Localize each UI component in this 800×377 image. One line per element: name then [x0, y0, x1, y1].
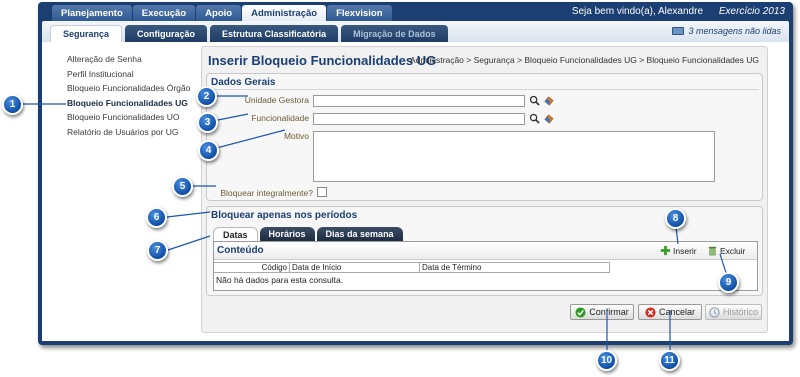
exercicio-label[interactable]: Exercício 2013 — [719, 6, 785, 17]
grid-column-headers: Código Data de Início Data de Término — [214, 262, 610, 273]
motivo-textarea[interactable] — [313, 131, 715, 182]
trash-icon — [708, 246, 717, 256]
callout-11: 11 — [659, 350, 680, 371]
callout-9: 9 — [718, 272, 739, 293]
form-panel: Inserir Bloqueio Funcionalidades UG Admi… — [201, 46, 768, 333]
page-title: Inserir Bloqueio Funcionalidades UG — [208, 53, 437, 68]
conteudo-grid: Conteúdo Inserir Excluir Código Data de … — [213, 241, 758, 291]
historico-button[interactable]: Histórico — [705, 304, 762, 320]
search-icon[interactable] — [529, 113, 540, 124]
periodos-tabs: Datas Horários Dias da semana — [213, 227, 403, 241]
messages-label: 3 mensagens não lidas — [688, 26, 781, 36]
sidebar-item-bloqueio-ug[interactable]: Bloqueio Funcionalidades UG — [67, 98, 217, 113]
sidebar-item-perfil-institucional[interactable]: Perfil Institucional — [67, 69, 217, 84]
dados-gerais-title: Dados Gerais — [211, 77, 276, 88]
tab-dias-da-semana[interactable]: Dias da semana — [316, 227, 403, 241]
welcome-text: Seja bem vindo(a), Alexandre — [571, 6, 703, 17]
callout-3: 3 — [197, 112, 218, 133]
column-data-inicio[interactable]: Data de Início — [290, 263, 420, 272]
cancel-icon — [645, 306, 656, 318]
funcionalidade-input[interactable] — [313, 113, 525, 125]
breadcrumb: Administração > Segurança > Bloqueio Fun… — [410, 55, 759, 65]
eraser-icon[interactable] — [543, 95, 554, 106]
sidebar-item-bloqueio-orgao[interactable]: Bloqueio Funcionalidades Órgão — [67, 83, 217, 98]
cancelar-button[interactable]: Cancelar — [638, 304, 702, 320]
top-menu-administracao[interactable]: Administração — [242, 5, 327, 21]
top-menu-apoio[interactable]: Apoio — [196, 5, 242, 21]
envelope-icon — [672, 27, 685, 35]
bloquear-integralmente-label: Bloquear integralmente? — [220, 188, 313, 198]
divider — [210, 89, 759, 90]
confirmar-label: Confirmar — [589, 307, 629, 317]
unidade-gestora-label: Unidade Gestora — [244, 95, 309, 105]
sub-menu-bar: Segurança Configuração Estrutura Classif… — [42, 21, 789, 42]
tab-horarios[interactable]: Horários — [259, 227, 315, 241]
inserir-label: Inserir — [673, 245, 697, 256]
historico-label: Histórico — [722, 307, 758, 317]
app-window: Planejamento Execução Apoio Administraçã… — [38, 2, 793, 345]
tab-estrutura-classificatoria[interactable]: Estrutura Classificatória — [210, 25, 339, 42]
sub-tabs: Segurança Configuração Estrutura Classif… — [50, 25, 448, 42]
tab-datas[interactable]: Datas — [213, 227, 258, 241]
dados-gerais-group: Dados Gerais Unidade Gestora Funcionalid… — [206, 73, 763, 201]
callout-7: 7 — [147, 240, 168, 261]
callout-10: 10 — [596, 350, 617, 371]
check-icon — [575, 306, 586, 318]
top-menu-planejamento[interactable]: Planejamento — [52, 5, 132, 21]
cancelar-label: Cancelar — [658, 307, 696, 317]
callout-4: 4 — [198, 140, 219, 161]
unidade-gestora-input[interactable] — [313, 95, 525, 107]
messages-link[interactable]: 3 mensagens não lidas — [672, 26, 781, 36]
column-codigo[interactable]: Código — [214, 263, 290, 272]
grid-header: Conteúdo Inserir Excluir — [214, 242, 757, 260]
grid-title: Conteúdo — [217, 245, 264, 256]
content-area: Alteração de Senha Perfil Institucional … — [42, 42, 789, 341]
bloquear-integralmente-checkbox[interactable] — [317, 187, 327, 197]
funcionalidade-label: Funcionalidade — [251, 113, 309, 123]
confirmar-button[interactable]: Confirmar — [570, 304, 634, 320]
empty-message: Não há dados para esta consulta. — [216, 275, 344, 285]
plus-icon — [660, 245, 671, 256]
top-menu-flexvision[interactable]: Flexvision — [327, 5, 392, 21]
sidebar: Alteração de Senha Perfil Institucional … — [67, 54, 217, 141]
callout-1: 1 — [2, 94, 23, 115]
sidebar-item-alteracao-senha[interactable]: Alteração de Senha — [67, 54, 217, 69]
periodos-title: Bloquear apenas nos períodos — [211, 210, 358, 221]
sidebar-item-bloqueio-uo[interactable]: Bloqueio Funcionalidades UO — [67, 112, 217, 127]
sidebar-item-relatorio-usuarios[interactable]: Relatório de Usuários por UG — [67, 127, 217, 142]
history-icon — [709, 306, 720, 318]
eraser-icon[interactable] — [543, 113, 554, 124]
tab-configuracao[interactable]: Configuração — [125, 25, 208, 42]
top-menu: Planejamento Execução Apoio Administraçã… — [52, 5, 392, 21]
top-menu-execucao[interactable]: Execução — [132, 5, 196, 21]
search-icon[interactable] — [529, 95, 540, 106]
column-data-termino[interactable]: Data de Término — [420, 263, 610, 272]
excluir-button[interactable]: Excluir — [707, 245, 746, 256]
motivo-label: Motivo — [283, 131, 309, 141]
callout-2: 2 — [196, 86, 217, 107]
inserir-button[interactable]: Inserir — [660, 245, 697, 256]
tab-seguranca[interactable]: Segurança — [50, 25, 123, 42]
callout-8: 8 — [665, 208, 686, 229]
tab-migracao-de-dados[interactable]: Migração de Dados — [341, 25, 448, 42]
excluir-label: Excluir — [720, 245, 746, 256]
callout-5: 5 — [172, 176, 193, 197]
callout-6: 6 — [146, 207, 167, 228]
